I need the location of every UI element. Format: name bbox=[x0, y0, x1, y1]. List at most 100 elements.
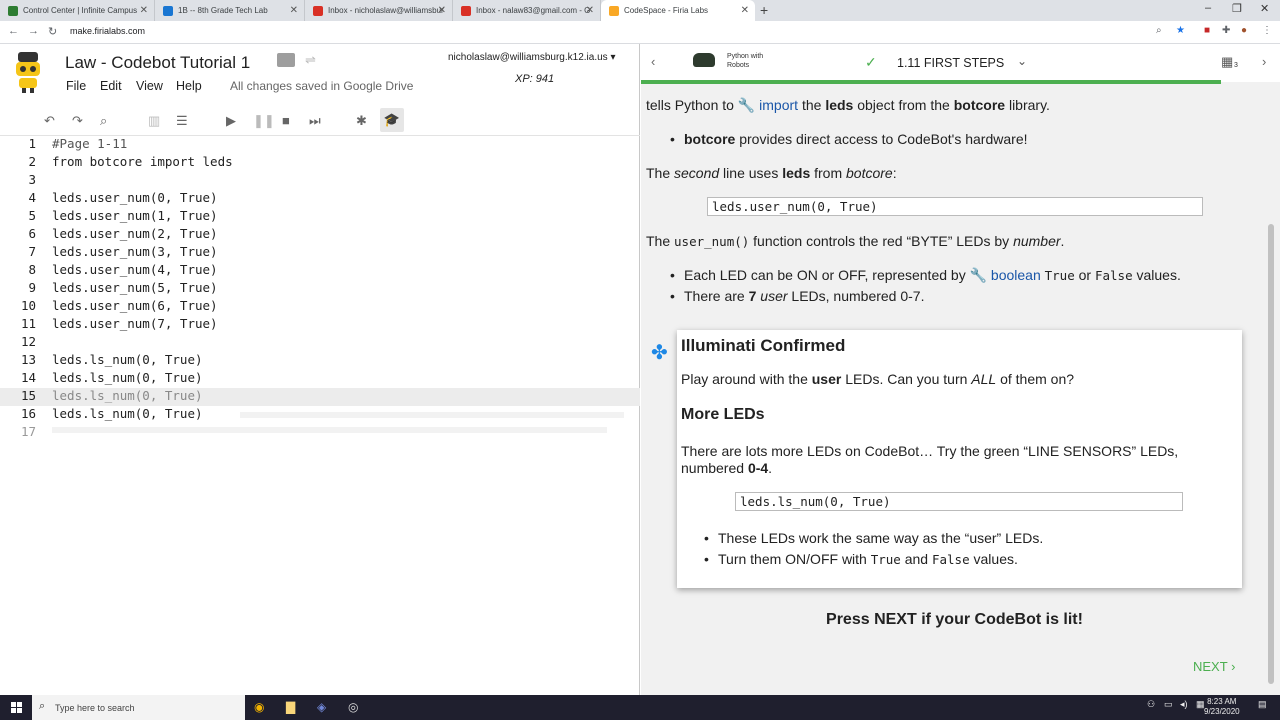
taskbar-search[interactable]: ⌕ Type here to search bbox=[32, 695, 245, 720]
list-item: botcore provides direct access to CodeBo… bbox=[670, 131, 1027, 147]
import-link[interactable]: import bbox=[759, 97, 798, 113]
stop-icon[interactable]: ■ bbox=[282, 113, 290, 128]
code-line: 12 bbox=[20, 334, 36, 349]
browser-tab[interactable]: 1B -- 8th Grade Tech Lab ✕ bbox=[155, 0, 305, 21]
list-item: There are 7 user LEDs, numbered 0-7. bbox=[670, 288, 925, 304]
card-text: Play around with the user LEDs. Can you … bbox=[681, 371, 1075, 387]
code-line: 4 leds.user_num(0, True) bbox=[28, 190, 218, 205]
search-icon: ⌕ bbox=[39, 700, 46, 712]
pause-icon[interactable]: ❚❚ bbox=[253, 113, 275, 129]
lesson-scrollbar[interactable] bbox=[1268, 224, 1274, 684]
discord-icon[interactable]: ◈ bbox=[317, 700, 326, 714]
close-tab-icon[interactable]: ✕ bbox=[438, 5, 446, 16]
code-line: 2 from botcore import leds bbox=[28, 154, 233, 169]
code-line: 10 leds.user_num(6, True) bbox=[20, 298, 218, 313]
minimize-icon[interactable]: – bbox=[1205, 2, 1211, 14]
browser-tab-active[interactable]: CodeSpace - Firia Labs ✕ bbox=[601, 0, 755, 21]
next-chevron-icon[interactable]: › bbox=[1262, 54, 1266, 69]
run-icon[interactable]: ▶ bbox=[226, 113, 236, 129]
taskbar: ⌕ Type here to search ◉ ▇ ◈ ◎ ⚇ ▭ ◂) ▦ 8… bbox=[0, 695, 1280, 720]
wrench-icon: 🔧 bbox=[737, 97, 756, 113]
notifications-icon[interactable]: ▤ bbox=[1258, 699, 1267, 710]
lesson-title[interactable]: 1.11 FIRST STEPS bbox=[897, 56, 1004, 70]
code-line: 17 bbox=[0, 424, 640, 442]
wrench-icon: 🔧 bbox=[969, 267, 988, 283]
volume-icon[interactable]: ◂) bbox=[1180, 699, 1188, 710]
browser-tab-strip: Control Center | Infinite Campus ✕ 1B -- … bbox=[0, 0, 1280, 21]
file-explorer-icon[interactable]: ▇ bbox=[286, 700, 295, 714]
trash-icon[interactable]: ▥ bbox=[148, 113, 160, 129]
window-close-icon[interactable]: ✕ bbox=[1260, 2, 1269, 15]
close-tab-icon[interactable]: ✕ bbox=[290, 5, 298, 16]
chevron-down-icon: ▾ bbox=[610, 52, 616, 63]
learn-mortarboard-icon[interactable]: 🎓 bbox=[380, 108, 404, 132]
prev-chevron-icon[interactable]: ‹ bbox=[651, 54, 655, 69]
card-text: There are lots more LEDs on CodeBot… Try… bbox=[681, 443, 1179, 459]
debug-bug-icon[interactable]: ✱ bbox=[356, 113, 367, 129]
code-line: 1 #Page 1-11 bbox=[28, 136, 128, 151]
code-line: 7 leds.user_num(3, True) bbox=[28, 244, 218, 259]
address-bar: ← → ↻ make.firialabs.com ⌕ ★ ■ ✚ ● ⋮ bbox=[0, 21, 1280, 44]
menu-edit[interactable]: Edit bbox=[100, 79, 122, 93]
lesson-header: ‹ Python with Robots ✓ 1.11 FIRST STEPS ⌄… bbox=[641, 44, 1280, 82]
system-clock[interactable]: 8:23 AM 9/23/2020 bbox=[1204, 697, 1240, 717]
close-tab-icon[interactable]: ✕ bbox=[140, 5, 148, 16]
step-icon[interactable]: ⏭ bbox=[309, 113, 321, 129]
browser-tab[interactable]: Inbox - nicholaslaw@williamsbur ✕ bbox=[305, 0, 453, 21]
format-list-icon[interactable]: ☰ bbox=[176, 113, 188, 129]
people-icon[interactable]: ⚇ bbox=[1147, 699, 1155, 710]
zoom-icon[interactable]: ⌕ bbox=[1156, 25, 1162, 36]
gmail-favicon-icon bbox=[313, 5, 323, 16]
undo-icon[interactable]: ↶ bbox=[44, 113, 55, 129]
close-tab-icon[interactable]: ✕ bbox=[741, 5, 749, 16]
card-subheading: More LEDs bbox=[681, 406, 765, 423]
search-icon[interactable]: ⌕ bbox=[100, 113, 107, 129]
user-account-menu[interactable]: nicholaslaw@williamsburg.k12.ia.us ▾ bbox=[448, 52, 615, 63]
menu-view[interactable]: View bbox=[136, 79, 163, 93]
new-tab-button[interactable]: + bbox=[760, 2, 768, 18]
browser-tab[interactable]: Control Center | Infinite Campus ✕ bbox=[0, 0, 155, 21]
restore-icon[interactable]: ❐ bbox=[1232, 2, 1242, 15]
boolean-link[interactable]: boolean bbox=[991, 267, 1041, 283]
code-area[interactable]: 1 #Page 1-11 2 from botcore import leds 3 … bbox=[0, 136, 640, 696]
next-button[interactable]: NEXT › bbox=[1193, 659, 1235, 674]
browser-tab[interactable]: Inbox - nalaw83@gmail.com - G ✕ bbox=[453, 0, 601, 21]
list-item: Each LED can be ON or OFF, represented b… bbox=[670, 267, 1181, 284]
chrome-icon[interactable]: ◉ bbox=[254, 700, 264, 714]
code-line: 8 leds.user_num(4, True) bbox=[28, 262, 218, 277]
check-icon: ✓ bbox=[865, 54, 877, 70]
windows-start-icon[interactable] bbox=[11, 702, 22, 713]
usb-icon[interactable]: ⇌ bbox=[305, 52, 316, 68]
reload-icon[interactable]: ↻ bbox=[48, 25, 57, 38]
menu-help[interactable]: Help bbox=[176, 79, 202, 93]
redo-icon[interactable]: ↷ bbox=[72, 113, 83, 129]
lesson-paragraph: The second line uses leds from botcore: bbox=[646, 165, 897, 181]
firia-favicon-icon bbox=[609, 5, 619, 16]
extension-icon[interactable]: ■ bbox=[1204, 25, 1210, 36]
chevron-right-icon: › bbox=[1231, 659, 1236, 674]
pinwheel-icon: ✤ bbox=[651, 342, 668, 364]
code-line: 16 leds.ls_num(0, True) bbox=[0, 406, 640, 424]
url-field[interactable]: make.firialabs.com bbox=[70, 26, 145, 36]
cart-icon[interactable]: ▦ bbox=[1221, 54, 1233, 70]
classroom-favicon-icon bbox=[163, 5, 173, 16]
list-item: Turn them ON/OFF with True and False val… bbox=[704, 551, 1018, 567]
app-icon[interactable]: ◎ bbox=[348, 700, 358, 714]
infinite-campus-favicon-icon bbox=[8, 5, 18, 16]
network-icon[interactable]: ▭ bbox=[1164, 699, 1173, 710]
extensions-puzzle-icon[interactable]: ✚ bbox=[1222, 25, 1230, 36]
back-icon[interactable]: ← bbox=[8, 25, 19, 37]
bookmark-star-icon[interactable]: ★ bbox=[1176, 25, 1185, 36]
lesson-progress-bar bbox=[641, 80, 1221, 84]
code-line: 6 leds.user_num(2, True) bbox=[28, 226, 218, 241]
profile-avatar-icon[interactable]: ● bbox=[1241, 25, 1247, 36]
document-title[interactable]: Law - Codebot Tutorial 1 bbox=[65, 53, 250, 73]
browser-menu-icon[interactable]: ⋮ bbox=[1262, 25, 1272, 36]
editor-toolbar: ↶ ↷ ⌕ ▥ ☰ ▶ ❚❚ ■ ⏭ ✱ 🎓 bbox=[0, 104, 640, 136]
folder-icon[interactable] bbox=[277, 53, 295, 67]
render-artifact bbox=[240, 412, 624, 418]
chevron-down-icon[interactable]: ⌄ bbox=[1017, 54, 1027, 68]
forward-icon[interactable]: → bbox=[28, 25, 39, 37]
close-tab-icon[interactable]: ✕ bbox=[586, 5, 594, 16]
menu-file[interactable]: File bbox=[66, 79, 86, 93]
